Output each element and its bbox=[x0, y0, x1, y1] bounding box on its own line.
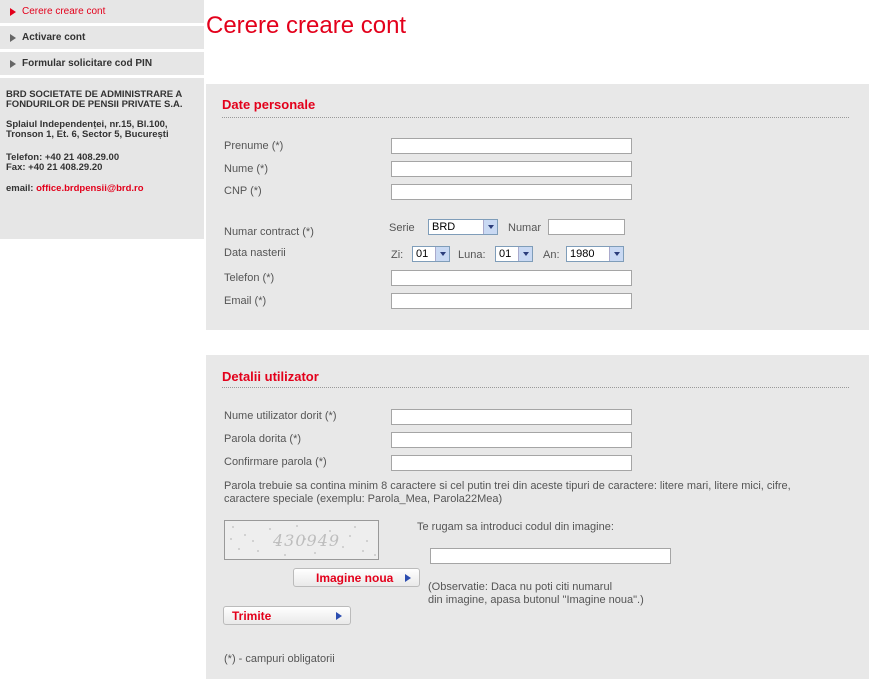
zi-value: 01 bbox=[416, 248, 429, 260]
submit-button-label: Trimite bbox=[232, 608, 272, 623]
company-name: BRD SOCIETATE DE ADMINISTRARE A FONDURIL… bbox=[6, 90, 198, 110]
an-value: 1980 bbox=[570, 248, 595, 260]
arrow-right-icon bbox=[405, 574, 411, 582]
email-label: Email (*) bbox=[224, 295, 267, 307]
section-title: Detalii utilizator bbox=[222, 369, 319, 384]
luna-select[interactable]: 01 bbox=[495, 246, 533, 262]
new-image-button[interactable]: Imagine noua bbox=[293, 568, 420, 587]
chevron-down-icon bbox=[435, 247, 449, 261]
divider bbox=[222, 387, 849, 388]
section-title: Date personale bbox=[222, 97, 316, 112]
sidebar-item-cerere-creare-cont[interactable]: Cerere creare cont bbox=[0, 0, 204, 26]
zi-select[interactable]: 01 bbox=[412, 246, 450, 262]
sidebar-item-activare-cont[interactable]: Activare cont bbox=[0, 26, 204, 52]
obs-line: din imagine, apasa butonul "Imagine noua… bbox=[428, 594, 644, 606]
obs-line: (Observatie: Daca nu poti citi numarul bbox=[428, 581, 613, 593]
email-label: email: bbox=[6, 183, 37, 194]
captcha-image: 430949 bbox=[224, 520, 379, 560]
arrow-right-icon bbox=[336, 612, 342, 620]
email-field[interactable] bbox=[391, 293, 632, 309]
captcha-prompt: Te rugam sa introduci codul din imagine: bbox=[417, 521, 614, 533]
username-field[interactable] bbox=[391, 409, 632, 425]
company-info: BRD SOCIETATE DE ADMINISTRARE A FONDURIL… bbox=[0, 78, 204, 194]
nume-label: Nume (*) bbox=[224, 163, 269, 175]
captcha-observation: (Observatie: Daca nu poti citi numarul d… bbox=[428, 581, 644, 607]
birth-date-label: Data nasterii bbox=[224, 247, 286, 259]
serie-value: BRD bbox=[432, 221, 456, 233]
company-phones: Telefon: +40 21 408.29.00 Fax: +40 21 40… bbox=[6, 153, 198, 173]
required-fields-note: (*) - campuri obligatorii bbox=[224, 653, 335, 665]
serie-select[interactable]: BRD bbox=[428, 219, 498, 235]
email-link[interactable]: office.brdpensii@brd.ro bbox=[36, 183, 143, 194]
sidebar-item-label: Activare cont bbox=[22, 32, 86, 43]
arrow-right-icon bbox=[10, 33, 16, 42]
zi-label: Zi: bbox=[391, 249, 404, 261]
prenume-field[interactable] bbox=[391, 138, 632, 154]
password-requirements-note: Parola trebuie sa contina minim 8 caract… bbox=[224, 480, 864, 506]
chevron-down-icon bbox=[518, 247, 532, 261]
telefon-label: Telefon (*) bbox=[224, 272, 275, 284]
divider bbox=[222, 117, 849, 118]
company-address: Splaiul Independenței, nr.15, Bl.100, Tr… bbox=[6, 120, 198, 140]
note-line: caractere speciale (exemplu: Parola_Mea,… bbox=[224, 493, 503, 505]
sidebar-item-formular-pin[interactable]: Formular solicitare cod PIN bbox=[0, 52, 204, 78]
address-line: Tronson 1, Et. 6, Sector 5, București bbox=[6, 129, 169, 140]
fax-text: Fax: +40 21 408.29.20 bbox=[6, 162, 103, 173]
company-email: email: office.brdpensii@brd.ro bbox=[6, 184, 198, 194]
page-title: Cerere creare cont bbox=[206, 12, 407, 39]
confirm-password-label: Confirmare parola (*) bbox=[224, 456, 327, 468]
chevron-down-icon bbox=[609, 247, 623, 261]
an-select[interactable]: 1980 bbox=[566, 246, 624, 262]
captcha-code: 430949 bbox=[273, 531, 341, 550]
sidebar: Cerere creare cont Activare cont Formula… bbox=[0, 0, 204, 239]
nume-field[interactable] bbox=[391, 161, 632, 177]
luna-value: 01 bbox=[499, 248, 512, 260]
contract-label: Numar contract (*) bbox=[224, 226, 314, 238]
password-field[interactable] bbox=[391, 432, 632, 448]
cnp-field[interactable] bbox=[391, 184, 632, 200]
an-label: An: bbox=[543, 249, 560, 261]
prenume-label: Prenume (*) bbox=[224, 140, 284, 152]
username-label: Nume utilizator dorit (*) bbox=[224, 410, 337, 422]
serie-label: Serie bbox=[389, 222, 415, 234]
note-line: Parola trebuie sa contina minim 8 caract… bbox=[224, 480, 791, 492]
arrow-right-icon bbox=[10, 7, 16, 16]
telefon-field[interactable] bbox=[391, 270, 632, 286]
sidebar-item-label: Cerere creare cont bbox=[22, 6, 106, 17]
company-name-line: FONDURILOR DE PENSII PRIVATE S.A. bbox=[6, 99, 183, 110]
captcha-field[interactable] bbox=[430, 548, 671, 564]
cnp-label: CNP (*) bbox=[224, 185, 262, 197]
confirm-password-field[interactable] bbox=[391, 455, 632, 471]
chevron-down-icon bbox=[483, 220, 497, 234]
user-details-panel: Detalii utilizator Nume utilizator dorit… bbox=[206, 355, 869, 679]
luna-label: Luna: bbox=[458, 249, 486, 261]
arrow-right-icon bbox=[10, 59, 16, 68]
new-image-button-label: Imagine noua bbox=[316, 570, 394, 585]
sidebar-item-label: Formular solicitare cod PIN bbox=[22, 58, 153, 69]
numar-label: Numar bbox=[508, 222, 542, 234]
numar-contract-field[interactable] bbox=[548, 219, 625, 235]
password-label: Parola dorita (*) bbox=[224, 433, 302, 445]
submit-button[interactable]: Trimite bbox=[223, 606, 351, 625]
personal-data-panel: Date personale Prenume (*) Nume (*) CNP … bbox=[206, 84, 869, 330]
